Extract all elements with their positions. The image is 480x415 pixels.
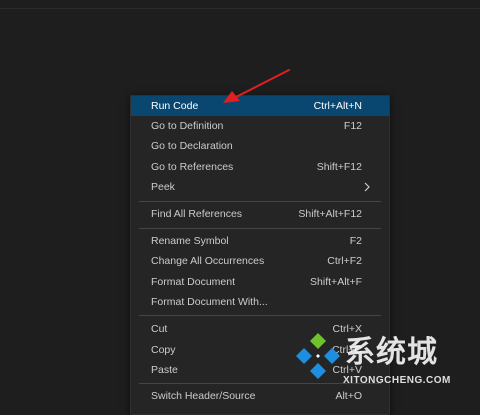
menu-item-run-code[interactable]: Run Code Ctrl+Alt+N xyxy=(131,96,389,116)
menu-item-go-to-references[interactable]: Go to References Shift+F12 xyxy=(131,157,389,177)
menu-item-go-to-definition[interactable]: Go to Definition F12 xyxy=(131,116,389,136)
watermark-domain-text: XITONGCHENG.COM xyxy=(343,375,451,386)
menu-item-label: Cut xyxy=(151,323,168,335)
menu-item-shortcut: Ctrl+F2 xyxy=(327,255,362,267)
menu-item-shortcut: Shift+Alt+F12 xyxy=(298,208,362,220)
menu-item-label: Rename Symbol xyxy=(151,235,229,247)
menu-item-label: Copy xyxy=(151,344,176,356)
menu-item-shortcut: F12 xyxy=(343,120,362,132)
menu-item-rename-symbol[interactable]: Rename Symbol F2 xyxy=(131,231,389,251)
editor-top-border xyxy=(0,8,480,9)
menu-item-label: Peek xyxy=(151,181,175,193)
menu-item-shortcut: F2 xyxy=(349,235,362,247)
menu-item-label: Change All Occurrences xyxy=(151,255,265,267)
menu-separator xyxy=(139,228,381,229)
menu-item-label: Go to Declaration xyxy=(151,140,233,152)
watermark-logo-icon xyxy=(296,333,340,379)
menu-item-label: Paste xyxy=(151,364,178,376)
menu-item-shortcut: Shift+F12 xyxy=(316,161,362,173)
menu-item-go-to-declaration[interactable]: Go to Declaration xyxy=(131,136,389,156)
menu-item-label: Format Document xyxy=(151,276,236,288)
menu-item-format-document[interactable]: Format Document Shift+Alt+F xyxy=(131,272,389,292)
menu-item-shortcut: Ctrl+Alt+N xyxy=(313,100,362,112)
menu-separator xyxy=(139,315,381,316)
menu-item-find-all-references[interactable]: Find All References Shift+Alt+F12 xyxy=(131,204,389,224)
menu-item-label: Go to References xyxy=(151,161,234,173)
watermark-chinese-text: 系统城 xyxy=(345,335,438,370)
menu-item-label: Run Code xyxy=(151,100,199,112)
menu-separator xyxy=(139,201,381,202)
menu-item-change-all-occurrences[interactable]: Change All Occurrences Ctrl+F2 xyxy=(131,251,389,271)
chevron-right-icon xyxy=(364,182,370,192)
menu-item-shortcut: Shift+Alt+F xyxy=(310,276,362,288)
menu-item-peek[interactable]: Peek xyxy=(131,177,389,197)
menu-item-format-document-with[interactable]: Format Document With... xyxy=(131,292,389,312)
menu-item-label: Switch Header/Source xyxy=(151,390,256,402)
watermark: 系统城 XITONGCHENG.COM xyxy=(290,325,480,400)
menu-item-label: Find All References xyxy=(151,208,243,220)
menu-item-label: Go to Definition xyxy=(151,120,224,132)
menu-item-label: Format Document With... xyxy=(151,296,268,308)
